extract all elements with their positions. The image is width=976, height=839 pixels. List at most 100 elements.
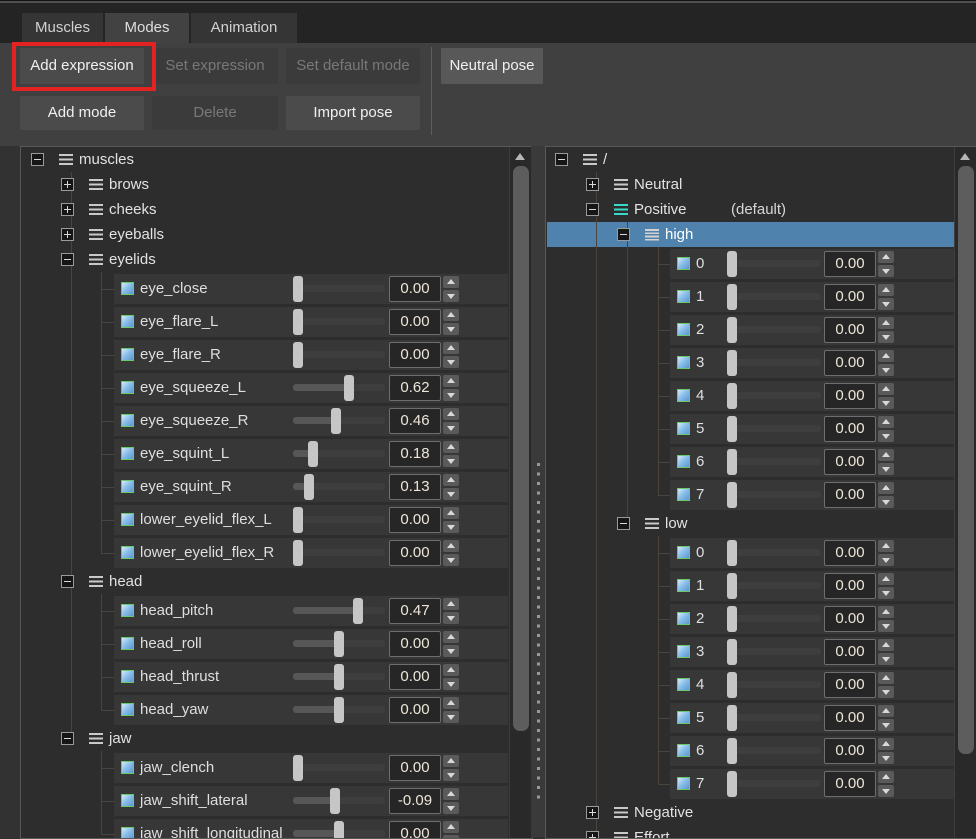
slider-track[interactable] <box>727 549 821 556</box>
slider-track[interactable] <box>293 285 385 292</box>
checkbox[interactable] <box>121 348 134 361</box>
spin-down-button[interactable] <box>443 554 459 566</box>
spin-up-button[interactable] <box>443 631 459 643</box>
value-spinbox[interactable]: 0.00 <box>824 284 876 310</box>
checkbox[interactable] <box>121 315 134 328</box>
checkbox[interactable] <box>677 546 690 559</box>
slider-track[interactable] <box>727 681 821 688</box>
collapse-icon[interactable] <box>617 228 630 241</box>
slider-handle[interactable] <box>330 788 340 814</box>
collapse-icon[interactable] <box>61 575 74 588</box>
value-spinbox[interactable]: 0.00 <box>389 276 441 302</box>
slider-track[interactable] <box>293 318 385 325</box>
checkbox[interactable] <box>677 579 690 592</box>
slider-handle[interactable] <box>727 705 737 731</box>
spin-up-button[interactable] <box>878 317 894 329</box>
spin-up-button[interactable] <box>443 408 459 420</box>
slider-handle[interactable] <box>293 540 303 566</box>
spin-down-button[interactable] <box>443 711 459 723</box>
slider-track[interactable] <box>727 326 821 333</box>
spin-down-button[interactable] <box>443 802 459 814</box>
slider-handle[interactable] <box>334 631 344 657</box>
value-spinbox[interactable]: 0.00 <box>824 672 876 698</box>
value-spinbox[interactable]: 0.00 <box>389 821 441 839</box>
value-spinbox[interactable]: 0.46 <box>389 408 441 434</box>
add-mode-button[interactable]: Add mode <box>20 96 144 130</box>
spin-up-button[interactable] <box>443 375 459 387</box>
checkbox[interactable] <box>677 777 690 790</box>
value-spinbox[interactable]: 0.00 <box>389 755 441 781</box>
spin-down-button[interactable] <box>878 463 894 475</box>
checkbox[interactable] <box>677 323 690 336</box>
spin-down-button[interactable] <box>878 785 894 797</box>
slider-track[interactable] <box>727 293 821 300</box>
checkbox[interactable] <box>121 480 134 493</box>
spin-up-button[interactable] <box>443 598 459 610</box>
spin-down-button[interactable] <box>878 397 894 409</box>
collapse-icon[interactable] <box>61 732 74 745</box>
tab-modes[interactable]: Modes <box>105 13 189 43</box>
slider-track[interactable] <box>727 392 821 399</box>
slider-handle[interactable] <box>331 408 341 434</box>
spin-down-button[interactable] <box>443 356 459 368</box>
slider-track[interactable] <box>293 516 385 523</box>
muscles-tree-panel[interactable]: musclesbrowscheekseyeballseyelidseye_clo… <box>20 146 533 839</box>
spin-down-button[interactable] <box>443 521 459 533</box>
spin-down-button[interactable] <box>443 678 459 690</box>
expand-icon[interactable] <box>61 228 74 241</box>
checkbox[interactable] <box>677 711 690 724</box>
value-spinbox[interactable]: -0.09 <box>389 788 441 814</box>
slider-track[interactable] <box>727 359 821 366</box>
value-spinbox[interactable]: 0.00 <box>389 540 441 566</box>
expand-icon[interactable] <box>61 178 74 191</box>
spin-down-button[interactable] <box>443 290 459 302</box>
checkbox[interactable] <box>121 827 134 839</box>
spin-up-button[interactable] <box>443 276 459 288</box>
value-spinbox[interactable]: 0.00 <box>824 449 876 475</box>
slider-track[interactable] <box>727 491 821 498</box>
checkbox[interactable] <box>677 455 690 468</box>
checkbox[interactable] <box>677 356 690 369</box>
collapse-icon[interactable] <box>617 517 630 530</box>
panel-splitter[interactable] <box>531 146 545 837</box>
spin-up-button[interactable] <box>878 606 894 618</box>
spin-up-button[interactable] <box>878 449 894 461</box>
collapse-icon[interactable] <box>61 253 74 266</box>
spin-up-button[interactable] <box>878 383 894 395</box>
checkbox[interactable] <box>121 761 134 774</box>
slider-handle[interactable] <box>727 350 737 376</box>
add-expression-button[interactable]: Add expression <box>20 48 144 84</box>
spin-up-button[interactable] <box>878 738 894 750</box>
tab-animation[interactable]: Animation <box>191 13 297 43</box>
spin-down-button[interactable] <box>443 835 459 839</box>
spin-down-button[interactable] <box>878 653 894 665</box>
checkbox[interactable] <box>121 794 134 807</box>
spin-down-button[interactable] <box>878 752 894 764</box>
spin-down-button[interactable] <box>878 496 894 508</box>
value-spinbox[interactable]: 0.00 <box>389 697 441 723</box>
value-spinbox[interactable]: 0.00 <box>824 540 876 566</box>
spin-up-button[interactable] <box>443 540 459 552</box>
checkbox[interactable] <box>677 290 690 303</box>
spin-up-button[interactable] <box>878 639 894 651</box>
expand-icon[interactable] <box>586 806 599 819</box>
spin-up-button[interactable] <box>878 771 894 783</box>
value-spinbox[interactable]: 0.18 <box>389 441 441 467</box>
scroll-up-icon[interactable] <box>960 153 970 160</box>
checkbox[interactable] <box>121 282 134 295</box>
slider-handle[interactable] <box>727 540 737 566</box>
spin-down-button[interactable] <box>443 769 459 781</box>
slider-handle[interactable] <box>727 482 737 508</box>
spin-up-button[interactable] <box>443 821 459 833</box>
checkbox[interactable] <box>121 414 134 427</box>
spin-up-button[interactable] <box>443 664 459 676</box>
value-spinbox[interactable]: 0.00 <box>389 309 441 335</box>
checkbox[interactable] <box>121 670 134 683</box>
slider-handle[interactable] <box>727 573 737 599</box>
slider-handle[interactable] <box>727 416 737 442</box>
spin-down-button[interactable] <box>878 364 894 376</box>
value-spinbox[interactable]: 0.00 <box>824 771 876 797</box>
slider-track[interactable] <box>293 764 385 771</box>
slider-handle[interactable] <box>304 474 314 500</box>
spin-down-button[interactable] <box>878 620 894 632</box>
